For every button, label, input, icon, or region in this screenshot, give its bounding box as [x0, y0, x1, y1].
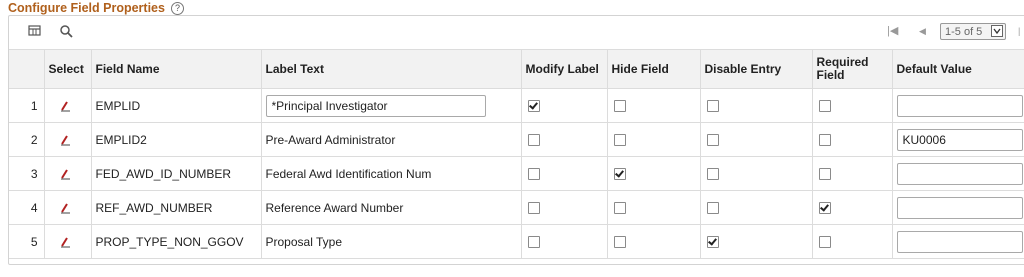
- row-number: 5: [9, 224, 45, 259]
- required-field-checkbox[interactable]: [818, 100, 831, 113]
- modify-label-checkbox[interactable]: [527, 236, 540, 249]
- table-row: 4 REF_AWD_NUMBER Reference Award Number: [9, 190, 1024, 225]
- hide-field-checkbox[interactable]: [613, 134, 626, 147]
- row-number: 4: [9, 190, 45, 225]
- default-value-input[interactable]: [896, 230, 1023, 253]
- field-name: EMPLID: [91, 88, 262, 123]
- col-header-hide-field: Hide Field: [607, 49, 701, 89]
- row-number: 2: [9, 122, 45, 157]
- edit-pencil-icon[interactable]: [59, 235, 73, 249]
- disable-entry-checkbox[interactable]: [706, 134, 719, 147]
- required-field-checkbox[interactable]: [818, 168, 831, 181]
- edit-pencil-icon[interactable]: [59, 167, 73, 181]
- table-row: 2 EMPLID2 Pre-Award Administrator: [9, 122, 1024, 157]
- default-value-input[interactable]: [896, 196, 1023, 219]
- hide-field-checkbox[interactable]: [613, 100, 626, 113]
- modify-label-checkbox[interactable]: [527, 202, 540, 215]
- disable-entry-checkbox[interactable]: [706, 202, 719, 215]
- hide-field-checkbox[interactable]: [613, 236, 626, 249]
- field-name: FED_AWD_ID_NUMBER: [91, 156, 262, 191]
- col-header-field-name: Field Name: [91, 49, 262, 89]
- chevron-down-icon: [991, 25, 1003, 37]
- page-title-text: Configure Field Properties: [8, 1, 165, 15]
- page-range-select[interactable]: 1-5 of 5: [940, 23, 1006, 40]
- grid-toolbar: |◀ ◀ 1-5 of 5 |: [9, 16, 1024, 48]
- edit-pencil-icon[interactable]: [59, 201, 73, 215]
- row-number: 3: [9, 156, 45, 191]
- row-number: 1: [9, 88, 45, 123]
- required-field-checkbox[interactable]: [818, 134, 831, 147]
- edit-pencil-icon[interactable]: [59, 133, 73, 147]
- table-row: 3 FED_AWD_ID_NUMBER Federal Awd Identifi…: [9, 156, 1024, 191]
- page-title: Configure Field Properties?: [8, 0, 184, 16]
- search-icon[interactable]: [59, 24, 73, 38]
- default-value-input[interactable]: [896, 162, 1023, 185]
- hide-field-checkbox[interactable]: [613, 202, 626, 215]
- grid-pager: |◀ ◀ 1-5 of 5 |: [887, 23, 1024, 40]
- col-header-select: Select: [44, 49, 92, 89]
- next-page-icon[interactable]: |: [1018, 26, 1020, 36]
- personalize-grid-icon[interactable]: [28, 24, 42, 38]
- modify-label-checkbox[interactable]: [527, 100, 540, 113]
- modify-label-checkbox[interactable]: [527, 168, 540, 181]
- prev-page-icon[interactable]: ◀: [919, 26, 926, 37]
- col-header-required-field: Required Field: [812, 49, 893, 89]
- col-header-label-text: Label Text: [261, 49, 522, 89]
- disable-entry-checkbox[interactable]: [706, 168, 719, 181]
- field-name: REF_AWD_NUMBER: [91, 190, 262, 225]
- help-icon[interactable]: ?: [170, 2, 184, 15]
- col-header-disable-entry: Disable Entry: [700, 49, 813, 89]
- hide-field-checkbox[interactable]: [613, 168, 626, 181]
- page-range-text: 1-5 of 5: [945, 26, 983, 38]
- default-value-input[interactable]: [896, 128, 1023, 151]
- first-page-icon[interactable]: |◀: [887, 24, 898, 37]
- required-field-checkbox[interactable]: [818, 202, 831, 215]
- table-header-row: Select Field Name Label Text Modify Labe…: [9, 49, 1024, 89]
- col-header-default-value: Default Value: [892, 49, 1024, 89]
- field-properties-table: Select Field Name Label Text Modify Labe…: [9, 49, 1024, 259]
- table-row: 1 EMPLID: [9, 88, 1024, 123]
- default-value-input[interactable]: [896, 94, 1023, 117]
- field-properties-grid: |◀ ◀ 1-5 of 5 | Select Field Name Label …: [8, 15, 1024, 265]
- field-name: PROP_TYPE_NON_GGOV: [91, 224, 262, 259]
- disable-entry-checkbox[interactable]: [706, 100, 719, 113]
- col-header-modify-label: Modify Label: [521, 49, 608, 89]
- edit-pencil-icon[interactable]: [59, 99, 73, 113]
- field-name: EMPLID2: [91, 122, 262, 157]
- required-field-checkbox[interactable]: [818, 236, 831, 249]
- col-header-row-number: [9, 49, 45, 89]
- modify-label-checkbox[interactable]: [527, 134, 540, 147]
- label-text: Reference Award Number: [265, 200, 404, 215]
- label-text: Federal Awd Identification Num: [265, 166, 432, 181]
- disable-entry-checkbox[interactable]: [706, 236, 719, 249]
- label-text: Proposal Type: [265, 234, 343, 249]
- label-text-input[interactable]: [265, 94, 486, 117]
- table-row: 5 PROP_TYPE_NON_GGOV Proposal Type: [9, 224, 1024, 259]
- label-text: Pre-Award Administrator: [265, 132, 396, 147]
